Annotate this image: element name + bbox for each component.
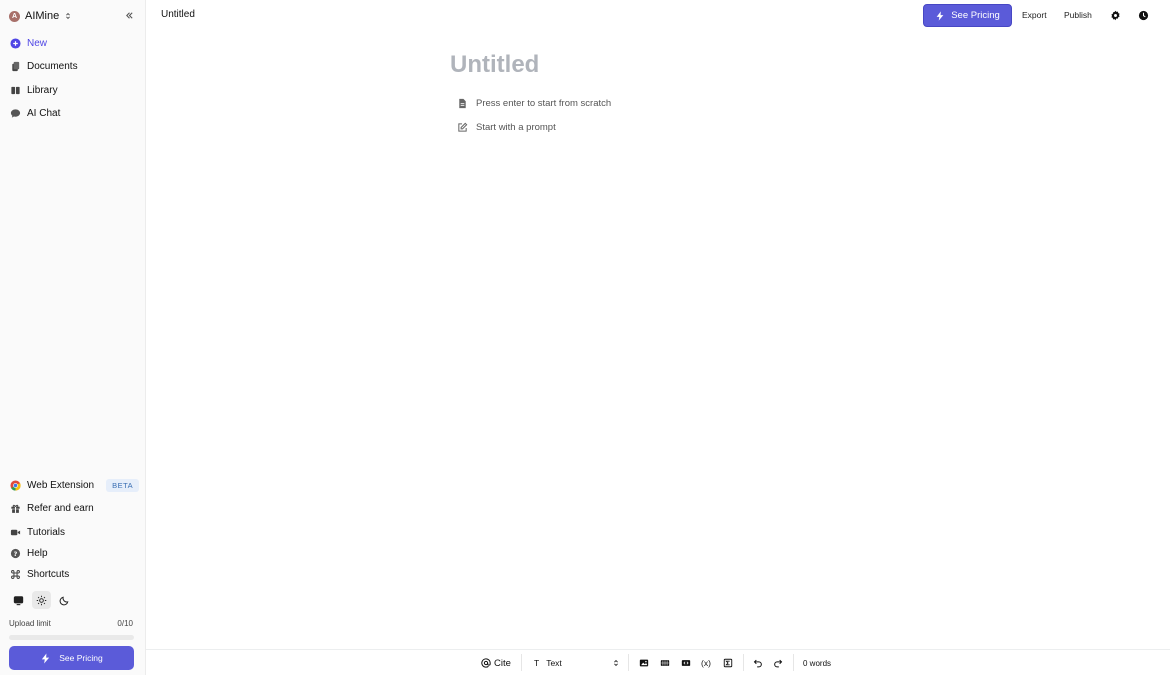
chat-icon (10, 108, 21, 118)
sidebar-item-tutorials[interactable]: Tutorials (10, 524, 65, 540)
chevron-up-down-icon (614, 659, 618, 667)
sidebar-item-shortcuts[interactable]: Shortcuts (10, 566, 69, 582)
clock-icon (1138, 10, 1148, 20)
redo-icon (774, 659, 783, 668)
sidebar-item-library[interactable]: Library (10, 82, 58, 98)
sidebar-see-pricing-button[interactable]: See Pricing (9, 646, 134, 670)
sidebar-item-label: Help (27, 547, 48, 559)
collapse-sidebar-button[interactable] (122, 8, 136, 22)
command-icon (11, 569, 20, 579)
see-pricing-button[interactable]: See Pricing (923, 4, 1012, 27)
toolbar-divider (743, 654, 744, 671)
button-label: Cite (494, 657, 511, 669)
svg-text:?: ? (14, 549, 18, 557)
image-icon (639, 659, 649, 667)
insert-math-button[interactable]: (x) (701, 656, 711, 670)
toolbar-divider (793, 654, 794, 671)
at-sign-icon (481, 658, 491, 668)
undo-icon (753, 659, 762, 668)
option-label: Press enter to start from scratch (476, 97, 612, 109)
sidebar-item-web-extension[interactable]: Web Extension BETA (10, 477, 140, 493)
upload-progress-bar (9, 635, 134, 640)
text-style-select[interactable]: T Text (534, 656, 620, 670)
start-from-scratch-option[interactable]: Press enter to start from scratch (457, 96, 611, 110)
sidebar-item-label: Library (27, 84, 58, 96)
editor-title-placeholder[interactable]: Untitled (450, 51, 539, 79)
history-button[interactable] (1136, 8, 1150, 22)
sidebar-item-ai-chat[interactable]: AI Chat (10, 105, 60, 121)
table-icon (660, 660, 670, 666)
settings-button[interactable] (1108, 8, 1122, 22)
theme-system-button[interactable] (9, 591, 28, 609)
word-count: 0 words (803, 658, 832, 668)
text-style-icon: T (534, 658, 540, 668)
gear-icon (1110, 10, 1120, 20)
edit-icon (458, 122, 468, 132)
export-button[interactable]: Export (1022, 10, 1047, 20)
sidebar-item-label: Tutorials (27, 526, 65, 538)
help-icon: ? (10, 548, 21, 558)
workspace-avatar: A (9, 10, 20, 22)
monitor-icon (13, 595, 24, 605)
sidebar-item-refer[interactable]: Refer and earn (10, 500, 94, 516)
sidebar-item-label: Documents (27, 60, 78, 72)
editor-toolbar: Cite T Text (x) 0 words (146, 649, 1170, 675)
insert-code-button[interactable] (681, 656, 691, 670)
insert-table-button[interactable] (660, 656, 670, 670)
lightning-icon (936, 10, 944, 21)
sigma-icon (723, 658, 733, 668)
sidebar-item-label: Shortcuts (27, 568, 70, 580)
gift-icon (11, 504, 20, 513)
theme-switcher (9, 591, 74, 609)
insert-image-button[interactable] (639, 656, 649, 670)
document-icon (459, 98, 466, 108)
toolbar-divider (628, 654, 629, 671)
chrome-icon (10, 479, 21, 491)
start-with-prompt-option[interactable]: Start with a prompt (457, 120, 556, 134)
button-label: See Pricing (951, 10, 1000, 21)
publish-button[interactable]: Publish (1064, 10, 1092, 20)
upload-limit-label: Upload limit (9, 619, 51, 628)
document-title[interactable]: Untitled (161, 9, 195, 20)
library-icon (11, 86, 20, 94)
beta-badge: BETA (106, 478, 140, 492)
cite-button[interactable]: Cite (481, 656, 511, 670)
sidebar-item-label: Refer and earn (27, 502, 94, 514)
upload-limit-count: 0/10 (117, 619, 133, 628)
code-icon (681, 660, 691, 666)
workspace-name: AIMine (25, 10, 60, 22)
sidebar-item-documents[interactable]: Documents (10, 58, 78, 74)
lightning-icon (42, 652, 50, 664)
video-icon (10, 529, 21, 535)
variable-icon: (x) (701, 658, 711, 668)
insert-summary-button[interactable] (723, 656, 733, 670)
sidebar-item-label: AI Chat (27, 107, 61, 119)
workspace-switcher[interactable]: A AIMine (9, 9, 72, 23)
double-chevron-left-icon (125, 11, 133, 19)
toolbar-divider (521, 654, 522, 671)
plus-circle-icon (10, 37, 21, 49)
sun-icon (36, 595, 47, 605)
undo-button[interactable] (753, 656, 763, 670)
option-label: Start with a prompt (476, 121, 556, 133)
sidebar-item-label: New (27, 37, 48, 49)
sidebar-item-help[interactable]: ? Help (10, 545, 48, 561)
documents-icon (12, 61, 20, 71)
moon-icon (59, 596, 69, 605)
text-style-value: Text (546, 658, 562, 668)
chevron-up-down-icon (66, 12, 71, 20)
redo-button[interactable] (773, 656, 783, 670)
sidebar: A AIMine New Documents Library AI Chat W… (0, 0, 146, 675)
sidebar-item-new[interactable]: New (10, 35, 47, 51)
theme-light-button[interactable] (32, 591, 51, 609)
sidebar-item-label: Web Extension (27, 479, 95, 491)
button-label: See Pricing (59, 653, 103, 663)
theme-dark-button[interactable] (55, 591, 74, 609)
